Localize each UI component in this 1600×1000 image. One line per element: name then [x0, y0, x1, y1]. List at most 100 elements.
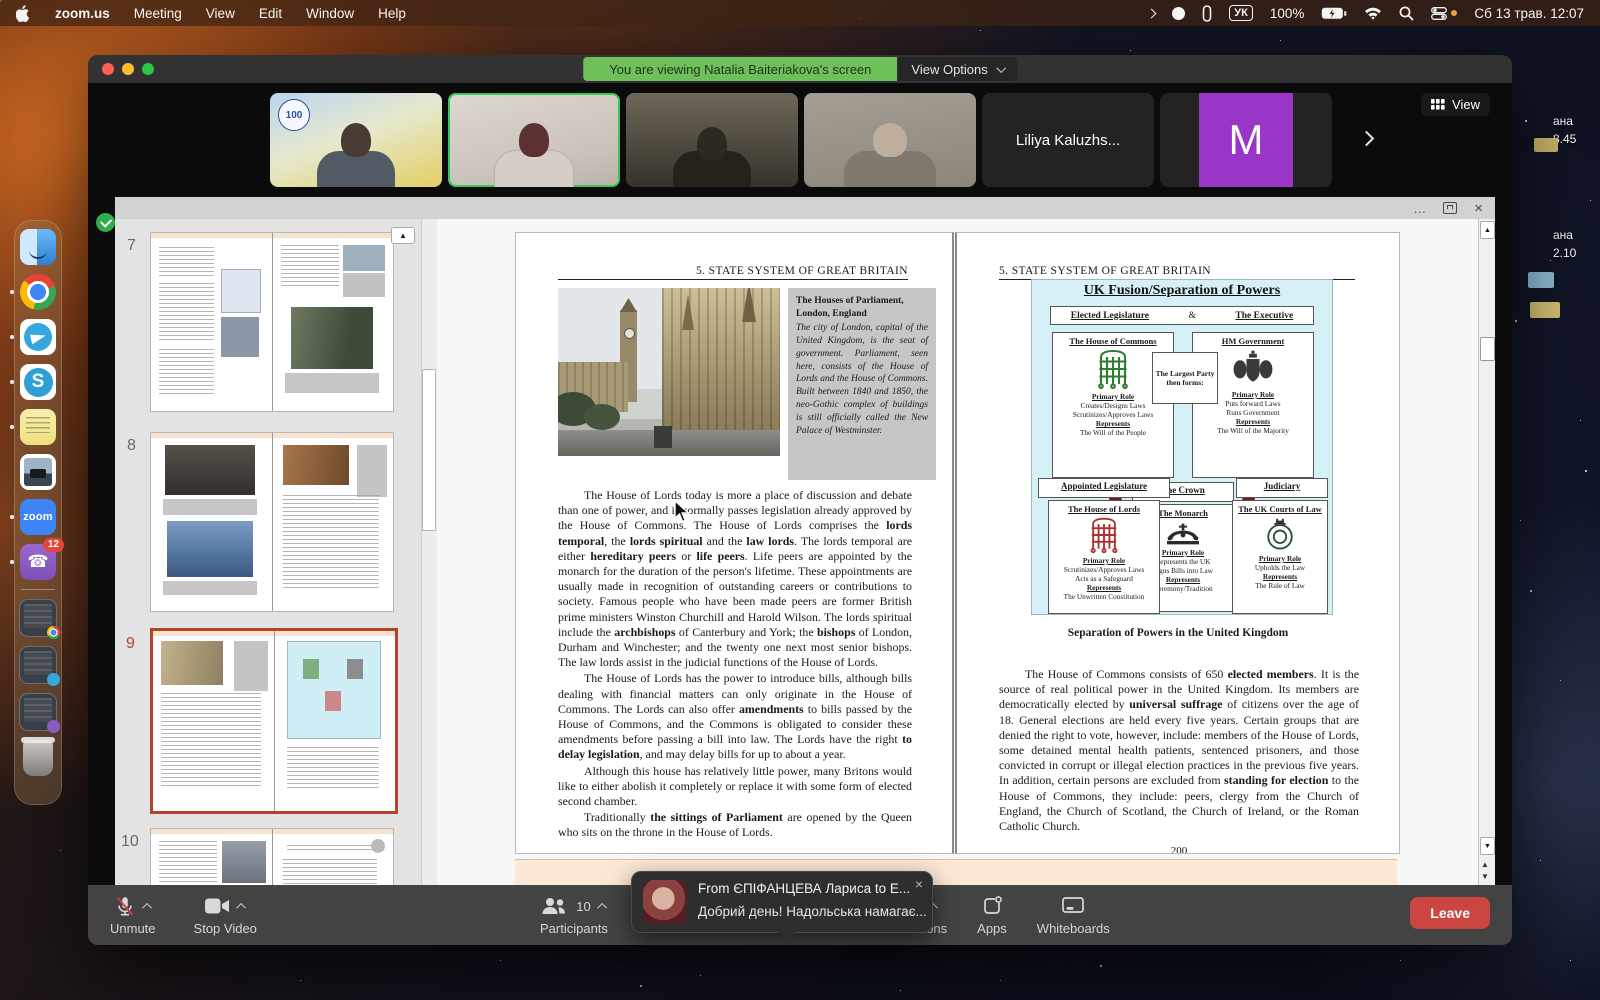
next-participants-button[interactable]: [1361, 131, 1372, 149]
battery-percent: 100%: [1270, 6, 1305, 21]
mouse-cursor: [672, 500, 690, 529]
chevron-right-icon: [1359, 131, 1375, 147]
whiteboard-icon: [1061, 896, 1085, 916]
page-thumbnail-8[interactable]: 8: [150, 432, 394, 612]
red-portcullis-icon: [1087, 516, 1121, 554]
apps-label: Apps: [977, 921, 1007, 936]
chevron-up-icon[interactable]: [236, 902, 246, 912]
deco: [151, 829, 393, 885]
dock-telegram-icon[interactable]: [20, 319, 56, 355]
appointed-legislature-header-box: Appointed Legislature: [1038, 478, 1170, 498]
close-icon[interactable]: ×: [1474, 201, 1483, 216]
participants-button[interactable]: 10 Participants: [540, 892, 608, 936]
fullscreen-window-button[interactable]: [142, 63, 154, 75]
scrollbar-thumb[interactable]: [1480, 337, 1495, 361]
menubar-app-name[interactable]: zoom.us: [55, 6, 110, 21]
participant-tile-2-active-speaker[interactable]: [448, 93, 620, 187]
participant-tile-m[interactable]: M: [1160, 93, 1332, 187]
page-thumbnail-7[interactable]: 7: [150, 232, 394, 412]
desktop-file-label[interactable]: 2.10: [1553, 246, 1576, 260]
desktop-file-label[interactable]: ана: [1553, 114, 1573, 128]
chat-notification-popup[interactable]: From ЄПІФАНЦЕВА Лариса to E... Добрий де…: [631, 871, 933, 933]
stop-video-button[interactable]: Stop Video: [194, 892, 257, 936]
scroll-down-button[interactable]: ▼: [1480, 837, 1495, 855]
dock-minimized-window-chrome[interactable]: [19, 599, 57, 637]
menu-meeting[interactable]: Meeting: [134, 6, 182, 21]
centennial-logo: 100: [278, 99, 310, 131]
spotlight-search-icon[interactable]: [1399, 6, 1414, 21]
dock-trash-icon[interactable]: [23, 740, 53, 776]
screen-record-indicator-icon[interactable]: [1172, 7, 1185, 20]
apple-logo-icon[interactable]: [16, 5, 31, 22]
running-dot: [10, 380, 14, 384]
menu-edit[interactable]: Edit: [259, 6, 282, 21]
deco: [151, 233, 393, 411]
page-thumbnail-9-selected[interactable]: 9: [150, 628, 398, 814]
desktop-file-icon[interactable]: [1530, 302, 1560, 318]
dock-skype-icon[interactable]: S: [20, 364, 56, 400]
zoom-wordmark: zoom: [23, 511, 53, 523]
keyboard-layout-badge[interactable]: УК: [1229, 5, 1253, 21]
leave-button[interactable]: Leave: [1410, 897, 1490, 929]
scroll-up-button[interactable]: ▲: [1480, 221, 1495, 239]
more-options-icon[interactable]: …: [1413, 201, 1426, 216]
menubar-clock[interactable]: Сб 13 трав. 12:07: [1474, 6, 1584, 21]
thumbnails-scroll-up-button[interactable]: ▲: [391, 227, 415, 244]
thumbnails-scrollbar[interactable]: [421, 219, 437, 885]
participant-tile-4[interactable]: [804, 93, 976, 187]
dock-finder-icon[interactable]: [20, 229, 56, 265]
dock-minimized-window-viber[interactable]: [19, 693, 57, 731]
thumbnail-number: 9: [126, 635, 135, 653]
dock-viber-icon[interactable]: ☎12: [20, 544, 56, 580]
capsule-icon[interactable]: [1202, 5, 1212, 22]
menu-window[interactable]: Window: [306, 6, 354, 21]
dock-chrome-icon[interactable]: [20, 274, 56, 310]
grid-icon: [1431, 99, 1445, 110]
deco: [584, 404, 620, 430]
document-scrollbar[interactable]: ▲ ▼ ▲ ▼: [1478, 219, 1495, 885]
chevron-up-icon[interactable]: [142, 902, 152, 912]
dock-zoom-icon[interactable]: zoom: [20, 499, 56, 535]
close-notification-icon[interactable]: ×: [915, 876, 923, 892]
skip-up-button[interactable]: ▲: [1481, 861, 1489, 869]
dock-stickies-icon[interactable]: [20, 409, 56, 445]
thumbnails-scrollbar-thumb[interactable]: [422, 369, 436, 531]
skip-down-button[interactable]: ▼: [1481, 873, 1489, 881]
uk-powers-diagram: UK Fusion/Separation of Powers Elected L…: [1031, 279, 1333, 615]
unmute-button[interactable]: Unmute: [110, 892, 156, 936]
box-header: The House of Lords: [1049, 504, 1159, 514]
apps-button[interactable]: Apps: [977, 892, 1007, 936]
close-window-button[interactable]: [102, 63, 114, 75]
control-center-icon[interactable]: [1431, 7, 1457, 20]
paragraph: The House of Lords has the power to intr…: [558, 671, 912, 762]
participant-tile-3[interactable]: [626, 93, 798, 187]
viber-mini-icon: [47, 720, 60, 733]
participant-tile-1[interactable]: 100: [270, 93, 442, 187]
battery-icon[interactable]: [1321, 7, 1347, 20]
pdf-page-right: 5. STATE SYSTEM OF GREAT BRITAIN UK Fusi…: [955, 232, 1400, 854]
menu-help[interactable]: Help: [378, 6, 406, 21]
maximize-icon[interactable]: [1443, 202, 1457, 214]
menubar-collapse-chevron-icon[interactable]: [1147, 8, 1157, 18]
desktop-file-label[interactable]: ана: [1553, 228, 1573, 242]
desktop-file-icon[interactable]: [1534, 138, 1558, 152]
whiteboards-button[interactable]: Whiteboards: [1037, 892, 1110, 936]
view-layout-button[interactable]: View: [1421, 93, 1490, 116]
box-header: The House of Commons: [1053, 336, 1173, 346]
dock-preview-icon[interactable]: [20, 454, 56, 490]
minimize-window-button[interactable]: [122, 63, 134, 75]
view-options-button[interactable]: View Options: [897, 57, 1016, 81]
dock-minimized-window-telegram[interactable]: [19, 646, 57, 684]
paragraph: Traditionally the sittings of Parliament…: [558, 810, 912, 840]
chevron-up-icon[interactable]: [597, 902, 607, 912]
page-thumbnail-10[interactable]: 10: [150, 828, 394, 885]
telegram-mini-icon: [47, 673, 60, 686]
desktop-file-icon[interactable]: [1528, 272, 1554, 288]
window-titlebar: You are viewing Natalia Baiteriakova's s…: [88, 55, 1512, 83]
box-lines: Primary RoleUpholds the LawRepresentsThe…: [1233, 554, 1327, 590]
menu-view[interactable]: View: [206, 6, 235, 21]
view-label: View: [1452, 97, 1480, 112]
wifi-icon[interactable]: [1364, 7, 1382, 20]
judiciary-label: Judiciary: [1264, 481, 1301, 491]
participant-tile-liliya[interactable]: Liliya Kaluzhs...: [982, 93, 1154, 187]
